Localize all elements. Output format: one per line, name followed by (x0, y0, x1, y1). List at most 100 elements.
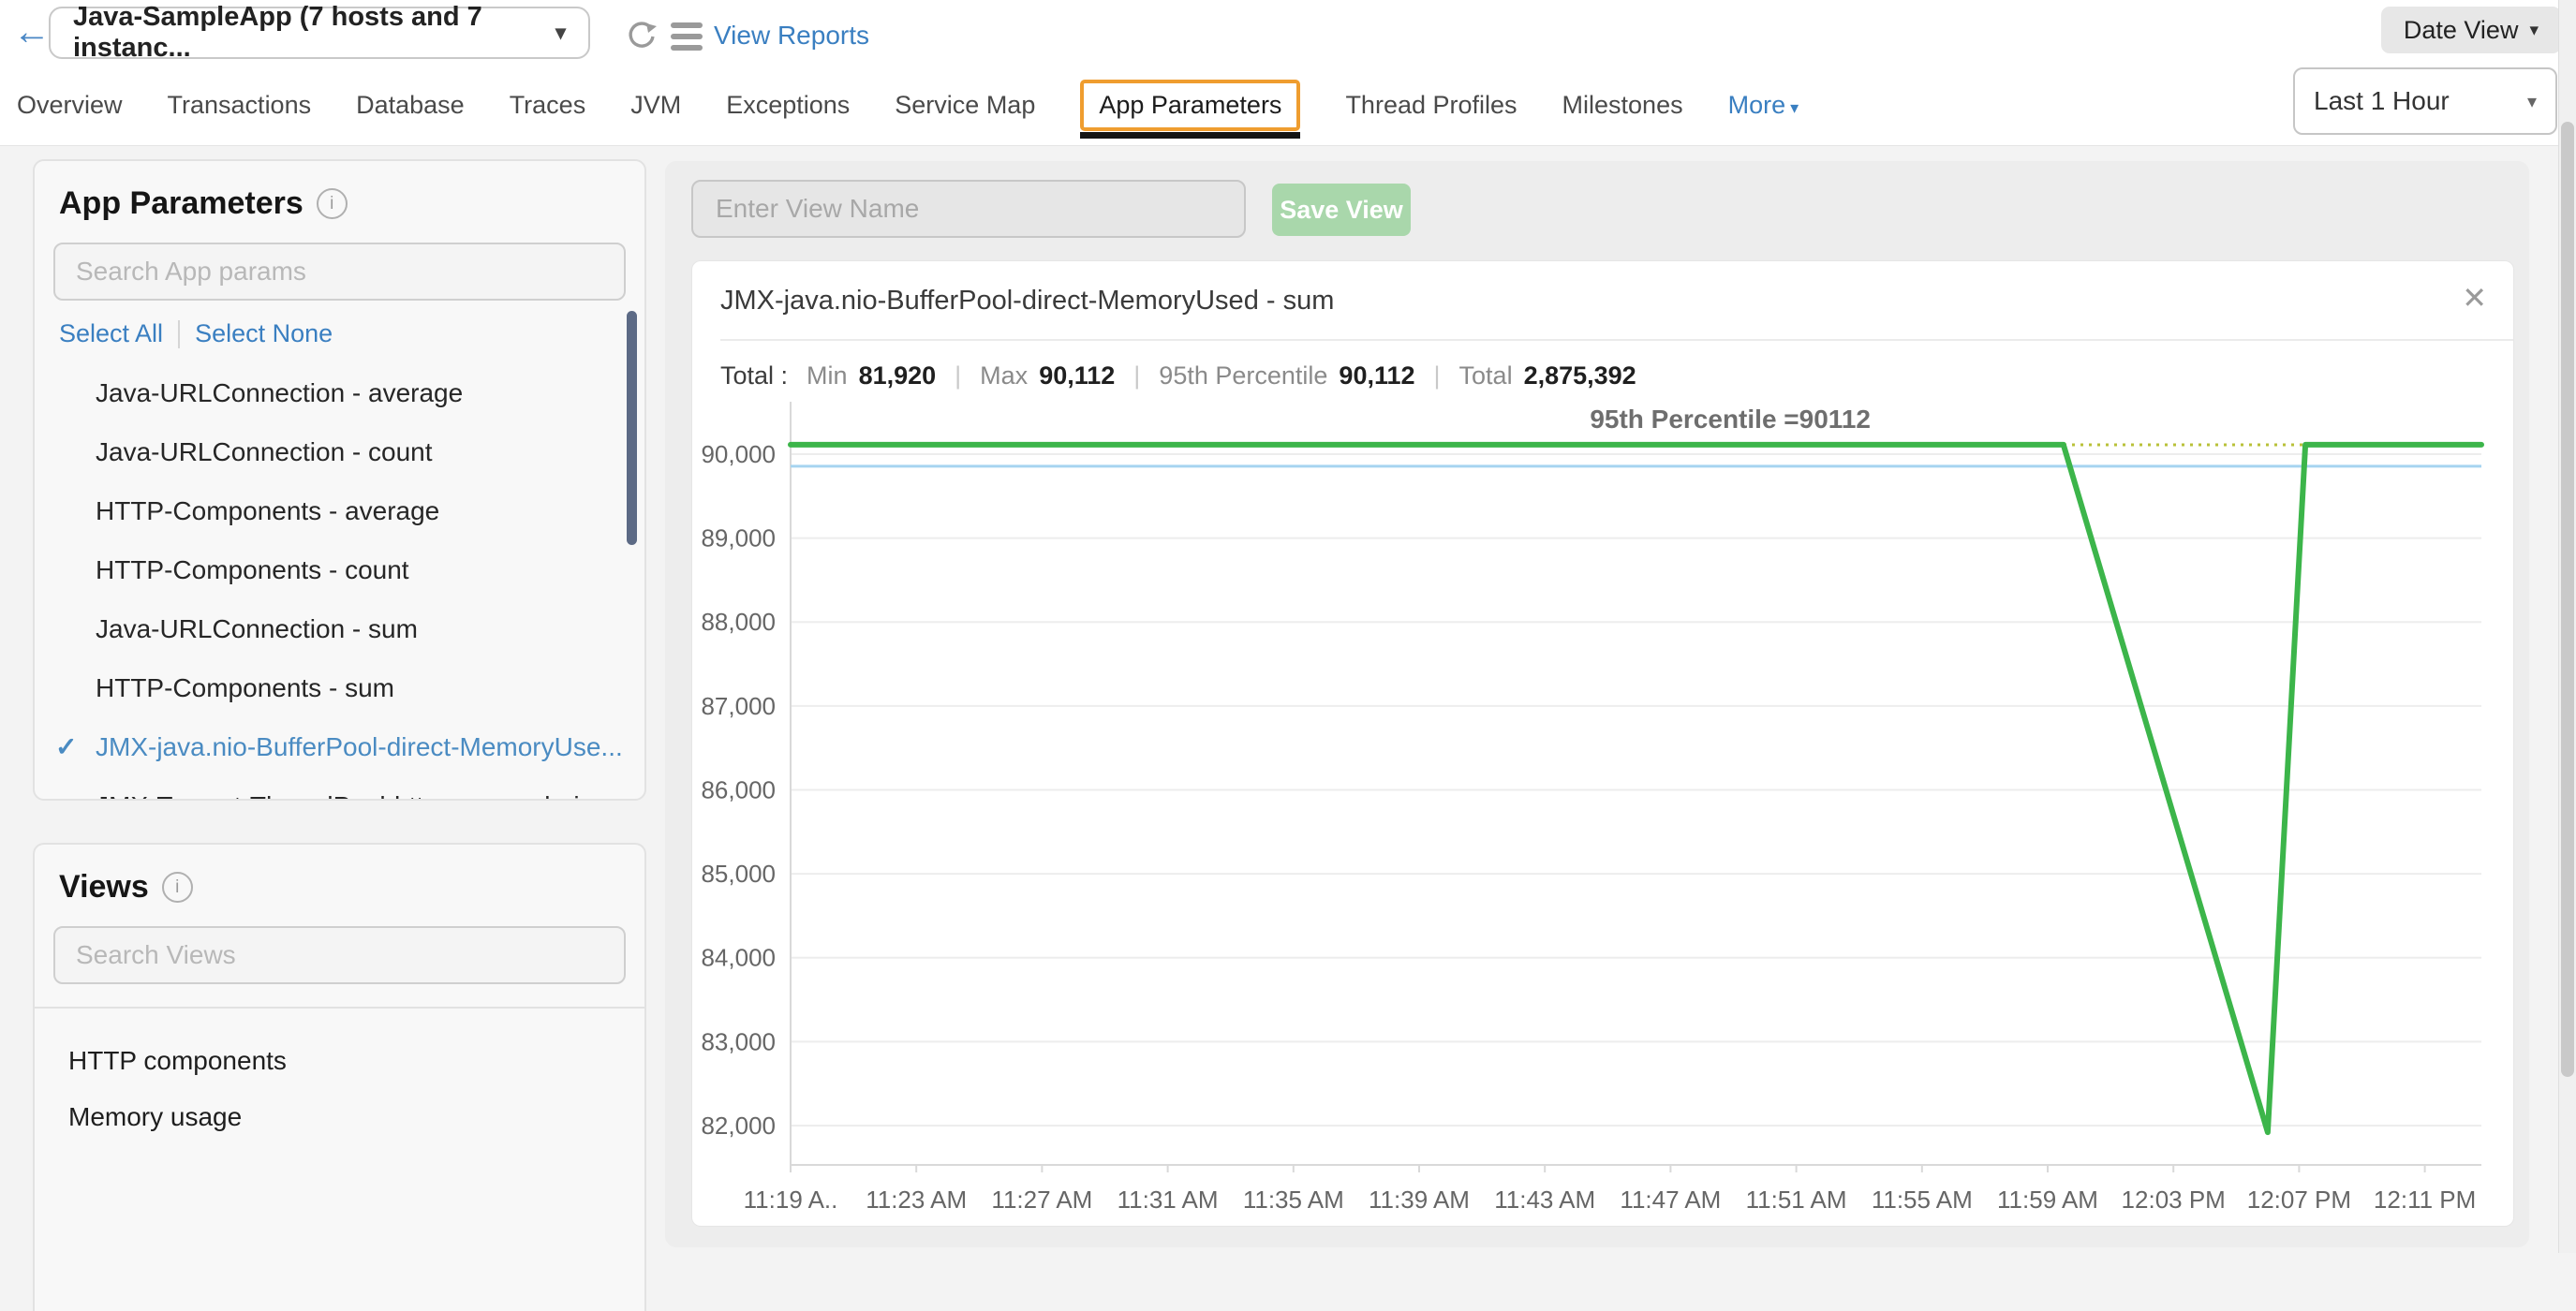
svg-text:82,000: 82,000 (701, 1112, 776, 1140)
tab-app-parameters[interactable]: App Parameters (1080, 80, 1300, 131)
application-selector[interactable]: Java-SampleApp (7 hosts and 7 instanc...… (49, 7, 590, 59)
chevron-down-icon: ▾ (555, 21, 566, 45)
tab-database[interactable]: Database (356, 91, 465, 120)
search-app-params-input[interactable] (53, 243, 626, 301)
app-param-label: HTTP-Components - sum (96, 673, 394, 702)
search-views-input[interactable] (53, 926, 626, 984)
app-parameters-panel-title: App Parameters i (35, 161, 644, 222)
app-param-item[interactable]: HTTP-Components - count (35, 540, 644, 599)
app-param-label: JMX-java.nio-BufferPool-direct-MemoryUse… (96, 732, 623, 761)
svg-text:88,000: 88,000 (701, 608, 776, 636)
tab-thread-profiles[interactable]: Thread Profiles (1345, 91, 1517, 120)
app-param-item[interactable]: ✓JMX-java.nio-BufferPool-direct-MemoryUs… (35, 717, 644, 776)
view-item-memory-usage[interactable]: Memory usage (35, 1089, 644, 1145)
chart-card: JMX-java.nio-BufferPool-direct-MemoryUse… (691, 260, 2514, 1227)
stat-value: 81,920 (859, 361, 937, 390)
divider (35, 1007, 644, 1009)
view-name-input[interactable] (691, 180, 1246, 238)
svg-text:86,000: 86,000 (701, 775, 776, 803)
panel-title-text: App Parameters (59, 185, 303, 222)
view-item-http-components[interactable]: HTTP components (35, 1033, 644, 1089)
svg-text:87,000: 87,000 (701, 692, 776, 720)
tab-transactions[interactable]: Transactions (168, 91, 312, 120)
app-param-item[interactable]: HTTP-Components - average (35, 481, 644, 540)
stat-label: Min (807, 361, 848, 390)
svg-text:84,000: 84,000 (701, 944, 776, 972)
info-icon[interactable]: i (317, 188, 348, 219)
svg-text:89,000: 89,000 (701, 524, 776, 552)
app-param-item[interactable]: Java-URLConnection - average (35, 363, 644, 422)
back-icon[interactable]: ← (13, 11, 51, 53)
svg-text:12:07 PM: 12:07 PM (2247, 1186, 2351, 1214)
svg-text:11:19 A..: 11:19 A.. (744, 1186, 838, 1214)
select-all-link[interactable]: Select All (59, 319, 163, 348)
app-param-label: HTTP-Components - count (96, 555, 409, 584)
chart-stats-row: Total : Min81,920|Max90,112|95th Percent… (720, 361, 2513, 390)
stat-label: Total (1459, 361, 1513, 390)
app-parameters-panel: App Parameters i Select All Select None … (33, 159, 646, 801)
menu-icon[interactable] (671, 22, 703, 56)
svg-text:11:39 AM: 11:39 AM (1369, 1186, 1470, 1214)
svg-text:11:59 AM: 11:59 AM (1997, 1186, 2098, 1214)
tab-traces[interactable]: Traces (510, 91, 586, 120)
tab-overview[interactable]: Overview (17, 91, 123, 120)
tab-bar: Overview Transactions Database Traces JVM Exc… (17, 77, 1799, 133)
tab-more[interactable]: More ▾ (1728, 91, 1799, 120)
date-view-label: Date View (2404, 16, 2519, 45)
chevron-down-icon: ▾ (2529, 20, 2539, 41)
refresh-icon[interactable] (624, 17, 661, 54)
svg-text:11:31 AM: 11:31 AM (1118, 1186, 1219, 1214)
app-param-label: Java-URLConnection - average (96, 378, 463, 407)
time-range-select[interactable]: Last 1 Hour ▾ (2293, 67, 2557, 135)
views-list: HTTP componentsMemory usage (35, 1033, 644, 1145)
selection-links: Select All Select None (59, 319, 644, 348)
tab-milestones[interactable]: Milestones (1562, 91, 1683, 120)
app-param-item[interactable]: JMX-Tomcat-ThreadPool-https-openssl-nio-… (35, 776, 644, 801)
app-param-item[interactable]: HTTP-Components - sum (35, 658, 644, 717)
divider: | (1120, 361, 1153, 390)
main-content: Save View JMX-java.nio-BufferPool-direct… (665, 161, 2529, 1247)
svg-text:11:47 AM: 11:47 AM (1620, 1186, 1721, 1214)
chart-title: JMX-java.nio-BufferPool-direct-MemoryUse… (692, 261, 2513, 317)
app-param-label: Java-URLConnection - count (96, 437, 433, 466)
close-icon[interactable]: ✕ (2462, 280, 2487, 316)
save-view-button[interactable]: Save View (1272, 184, 1411, 236)
panel-scrollbar-thumb[interactable] (627, 311, 637, 545)
apm-app-parameters-page: ← Java-SampleApp (7 hosts and 7 instanc.… (0, 0, 2576, 1253)
svg-text:12:11 PM: 12:11 PM (2374, 1186, 2476, 1214)
app-param-list: Java-URLConnection - average Java-URLConn… (35, 363, 644, 801)
panel-title-text: Views (59, 869, 149, 906)
memory-used-line-chart[interactable]: 90,00089,00088,00087,00086,00085,00084,0… (692, 392, 2515, 1216)
app-param-label: Java-URLConnection - sum (96, 614, 418, 643)
svg-text:11:27 AM: 11:27 AM (991, 1186, 1092, 1214)
divider: | (941, 361, 974, 390)
views-panel: Views i HTTP componentsMemory usage (33, 843, 646, 1311)
svg-text:95th Percentile =90112: 95th Percentile =90112 (1590, 405, 1871, 434)
views-panel-title: Views i (35, 845, 644, 906)
stat-value: 90,112 (1039, 361, 1115, 390)
chevron-down-icon: ▾ (1785, 98, 1799, 117)
page-scrollbar[interactable] (2558, 0, 2576, 1253)
chevron-down-icon: ▾ (2527, 90, 2537, 113)
info-icon[interactable]: i (162, 872, 193, 903)
divider: | (1421, 361, 1454, 390)
svg-text:90,000: 90,000 (701, 440, 776, 468)
tab-exceptions[interactable]: Exceptions (726, 91, 850, 120)
app-param-label: HTTP-Components - average (96, 496, 439, 525)
time-range-value: Last 1 Hour (2314, 86, 2450, 116)
app-param-item[interactable]: Java-URLConnection - sum (35, 599, 644, 658)
view-reports-link[interactable]: View Reports (714, 21, 869, 51)
date-view-button[interactable]: Date View ▾ (2381, 7, 2561, 53)
tab-service-map[interactable]: Service Map (895, 91, 1035, 120)
stat-label: 95th Percentile (1159, 361, 1327, 390)
header: ← Java-SampleApp (7 hosts and 7 instanc.… (0, 0, 2576, 146)
svg-text:11:55 AM: 11:55 AM (1872, 1186, 1973, 1214)
stat-value: 90,112 (1339, 361, 1414, 390)
app-param-label: JMX-Tomcat-ThreadPool-https-openssl-nio-… (96, 791, 625, 801)
svg-text:11:43 AM: 11:43 AM (1494, 1186, 1595, 1214)
page-scrollbar-thumb[interactable] (2561, 122, 2574, 1077)
tab-jvm[interactable]: JVM (630, 91, 681, 120)
app-param-item[interactable]: Java-URLConnection - count (35, 422, 644, 481)
svg-text:83,000: 83,000 (701, 1027, 776, 1055)
select-none-link[interactable]: Select None (195, 319, 333, 348)
